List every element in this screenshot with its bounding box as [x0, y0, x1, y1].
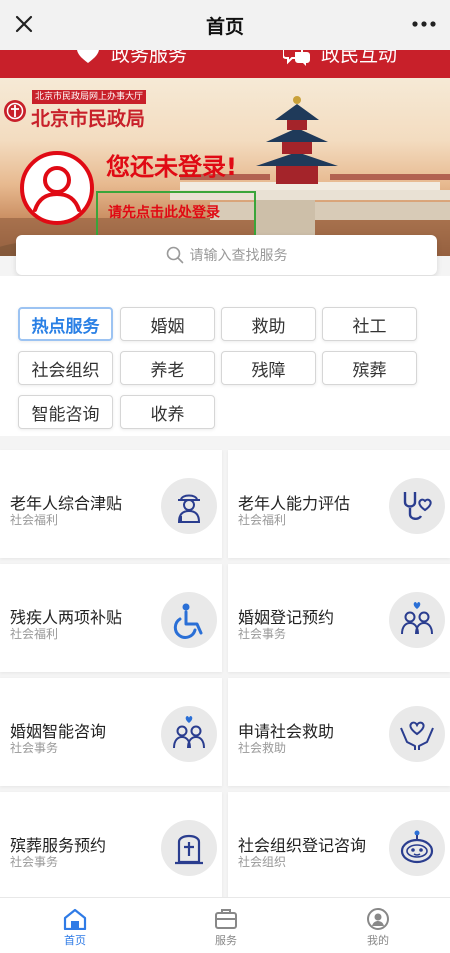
stethoscope-heart-icon [389, 478, 445, 534]
service-card[interactable]: 老年人能力评估 社会福利 [228, 450, 450, 558]
ministry-logo-icon [3, 99, 27, 123]
service-grid: 老年人综合津贴 社会福利 老年人能力评估 社会福利 残疾人两项补贴 社会福利 婚… [0, 445, 450, 900]
avatar-icon[interactable] [19, 150, 95, 226]
service-category: 社会事务 [238, 627, 287, 641]
more-options-icon[interactable] [410, 14, 438, 34]
tag-funeral[interactable]: 殡葬 [322, 351, 417, 385]
top-tab-strip: 政务服务 政民互动 [0, 50, 450, 78]
top-bar: 首页 [0, 0, 450, 50]
nav-label: 我的 [367, 934, 389, 947]
tag-relief[interactable]: 救助 [221, 307, 316, 341]
couple-icon [389, 592, 445, 648]
tombstone-icon [161, 820, 217, 876]
org-subtitle: 北京市民政局网上办事大厅 [32, 90, 147, 104]
robot-icon [389, 820, 445, 876]
service-category: 社会事务 [10, 855, 59, 869]
tag-elderly-care[interactable]: 养老 [120, 351, 215, 385]
service-card[interactable]: 殡葬服务预约 社会事务 [0, 792, 222, 900]
home-icon [63, 908, 87, 930]
service-category: 社会福利 [10, 513, 59, 527]
couple-icon [161, 706, 217, 762]
wheelchair-icon [161, 592, 217, 648]
nav-label: 服务 [215, 934, 237, 947]
service-card[interactable]: 老年人综合津贴 社会福利 [0, 450, 222, 558]
tag-social-organization[interactable]: 社会组织 [18, 351, 113, 385]
tag-smart-consult[interactable]: 智能咨询 [18, 395, 113, 429]
service-card[interactable]: 婚姻智能咨询 社会事务 [0, 678, 222, 786]
service-category: 社会福利 [10, 627, 59, 641]
org-name: 北京市民政局 [31, 108, 146, 130]
tag-marriage[interactable]: 婚姻 [120, 307, 215, 341]
service-card[interactable]: 残疾人两项补贴 社会福利 [0, 564, 222, 672]
nav-services[interactable]: 服务 [196, 908, 256, 948]
search-placeholder: 请输入查找服务 [189, 248, 288, 264]
nav-home[interactable]: 首页 [45, 908, 105, 948]
service-card[interactable]: 社会组织登记咨询 社会组织 [228, 792, 450, 900]
service-category: 社会事务 [10, 741, 59, 755]
tag-hot-services[interactable]: 热点服务 [18, 307, 113, 341]
nav-mine[interactable]: 我的 [348, 908, 408, 948]
elderly-icon [161, 478, 217, 534]
tab-label: 政民互动 [321, 50, 398, 66]
chat-bubbles-icon [283, 50, 310, 66]
category-tags: 热点服务 婚姻 救助 社工 社会组织 养老 残障 殡葬 智能咨询 收养 [0, 276, 450, 436]
nav-label: 首页 [64, 934, 86, 947]
close-icon[interactable] [10, 10, 38, 38]
briefcase-icon [215, 909, 237, 929]
service-category: 社会福利 [238, 513, 287, 527]
bottom-navigation: 首页 服务 我的 [0, 897, 450, 953]
service-card[interactable]: 婚姻登记预约 社会事务 [228, 564, 450, 672]
tag-adoption[interactable]: 收养 [120, 395, 215, 429]
heart-icon [77, 50, 99, 63]
service-category: 社会救助 [238, 741, 287, 755]
page-title: 首页 [205, 15, 244, 38]
search-bar[interactable]: 请输入查找服务 [16, 235, 437, 275]
tab-government-services[interactable]: 政务服务 [75, 50, 187, 67]
hands-heart-icon [389, 706, 445, 762]
search-icon [166, 246, 183, 264]
tab-label: 政务服务 [111, 50, 188, 66]
tab-public-interaction[interactable]: 政民互动 [283, 50, 397, 67]
tag-disability[interactable]: 残障 [221, 351, 316, 385]
login-banner: 北京市民政局网上办事大厅 北京市民政局 您还未登录! 请先点击此处登录 [0, 78, 450, 256]
tag-social-work[interactable]: 社工 [322, 307, 417, 341]
not-logged-in-text: 您还未登录! [106, 153, 237, 181]
service-category: 社会组织 [238, 855, 287, 869]
user-icon [367, 908, 389, 930]
service-card[interactable]: 申请社会救助 社会救助 [228, 678, 450, 786]
login-link[interactable]: 请先点击此处登录 [108, 202, 220, 222]
